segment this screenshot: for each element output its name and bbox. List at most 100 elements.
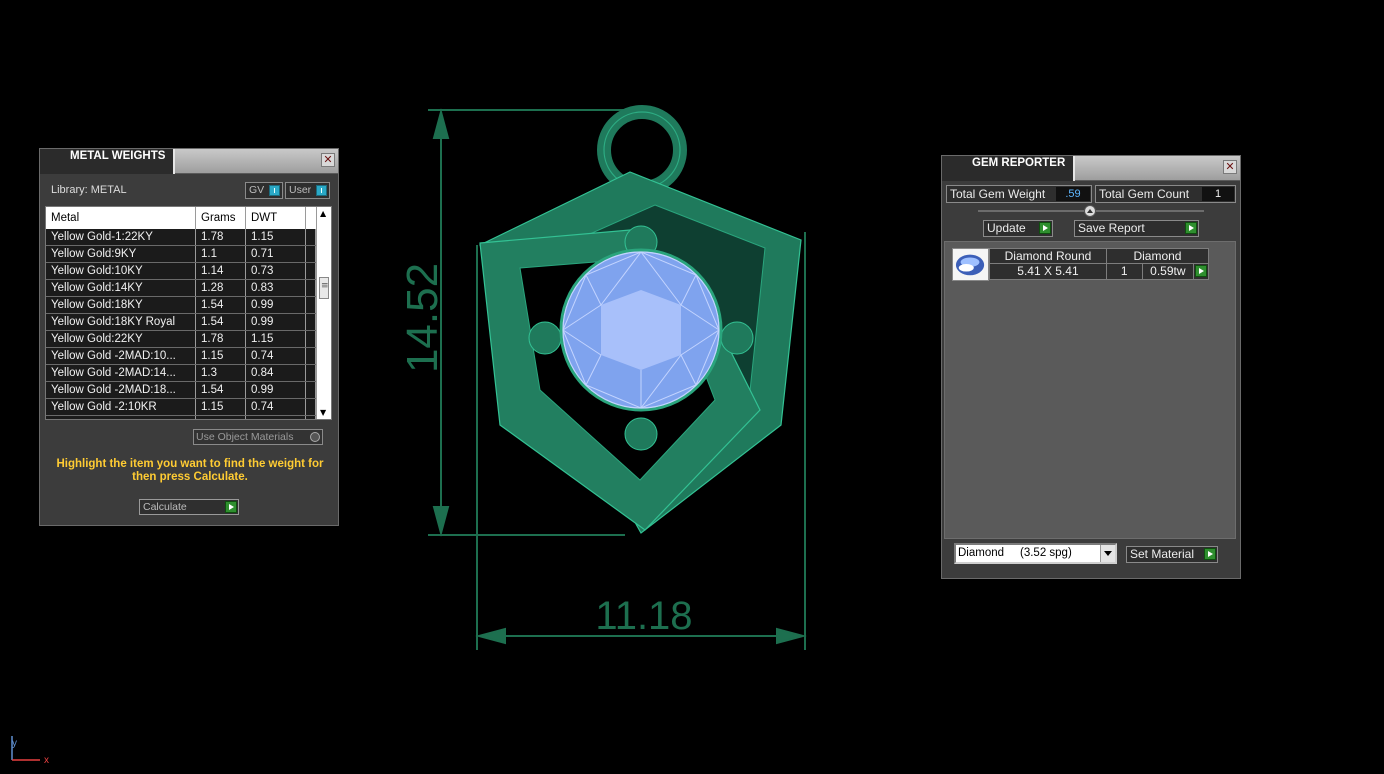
- metal-weights-title: METAL WEIGHTS: [40, 149, 176, 174]
- total-gem-weight-label: Total Gem Weight: [950, 187, 1046, 201]
- total-gem-weight-value: .59: [1056, 187, 1090, 201]
- grams-value: 1.78: [196, 331, 246, 347]
- use-object-materials-radio[interactable]: [310, 432, 320, 442]
- gem-reporter-title: GEM REPORTER: [942, 156, 1076, 181]
- metal-table-scrollbar[interactable]: ▲ ▼: [316, 207, 331, 419]
- grams-value: 1.78: [196, 229, 246, 245]
- table-row[interactable]: Yellow Gold:18KY Royal 1.54 0.99: [46, 314, 331, 331]
- gem-table-row-details[interactable]: 5.41 X 5.41 1 0.59tw: [989, 264, 1209, 280]
- metal-name: Yellow Gold -2MAD:14...: [46, 365, 196, 381]
- table-row[interactable]: Yellow Gold:18KY 1.54 0.99: [46, 297, 331, 314]
- row-spacer: [306, 331, 316, 347]
- total-gem-weight: Total Gem Weight .59: [946, 185, 1092, 203]
- chevron-down-icon[interactable]: [1100, 545, 1115, 562]
- grams-value: 1.54: [196, 314, 246, 330]
- update-button[interactable]: Update: [983, 220, 1053, 237]
- scroll-up-icon[interactable]: ▲: [320, 209, 326, 218]
- column-metal[interactable]: Metal: [46, 207, 196, 229]
- gem-thumbnail-icon[interactable]: [952, 248, 989, 281]
- library-label: Library: METAL: [51, 184, 127, 196]
- row-spacer: [306, 314, 316, 330]
- user-toggle[interactable]: User: [285, 182, 330, 199]
- close-icon[interactable]: ✕: [1223, 160, 1237, 174]
- metal-name: Yellow Gold -2:10KR: [46, 399, 196, 415]
- grams-value: 1.3: [196, 365, 246, 381]
- material-select[interactable]: Diamond (3.52 spg): [954, 543, 1117, 564]
- row-spacer: [306, 246, 316, 262]
- update-label: Update: [987, 221, 1026, 235]
- gem-reporter-titlebar[interactable]: GEM REPORTER ✕: [942, 156, 1240, 181]
- close-icon[interactable]: ✕: [321, 153, 335, 167]
- scroll-thumb[interactable]: [319, 277, 329, 299]
- calculate-label: Calculate: [143, 501, 187, 513]
- dwt-value: 0.99: [246, 314, 306, 330]
- gem-table-row[interactable]: Diamond Round Diamond: [989, 248, 1209, 264]
- table-row[interactable]: Yellow Gold:10KY 1.14 0.73: [46, 263, 331, 280]
- gem-table[interactable]: Diamond Round Diamond 5.41 X 5.41 1 0.59…: [989, 248, 1209, 280]
- play-icon: [225, 501, 237, 513]
- metal-name: Yellow Gold:22KY: [46, 331, 196, 347]
- dwt-value: 0.84: [246, 365, 306, 381]
- gem-count: 1: [1107, 264, 1143, 279]
- row-spacer: [306, 297, 316, 313]
- column-grams[interactable]: Grams: [196, 207, 246, 229]
- grams-value: 1.14: [196, 263, 246, 279]
- table-row[interactable]: Yellow Gold:14KY 1.28 0.83: [46, 280, 331, 297]
- calculate-button[interactable]: Calculate: [139, 499, 239, 515]
- grams-value: 1.28: [196, 280, 246, 296]
- scroll-down-icon[interactable]: ▼: [320, 408, 326, 417]
- diamond-gem: [559, 248, 723, 412]
- play-icon: [1204, 548, 1216, 560]
- gv-toggle[interactable]: GV: [245, 182, 283, 199]
- grams-value: 1.15: [196, 399, 246, 415]
- dwt-value: 0.73: [246, 263, 306, 279]
- total-gem-count-value: 1: [1202, 187, 1234, 201]
- use-object-materials-toggle[interactable]: Use Object Materials: [193, 429, 323, 445]
- slider-knob[interactable]: [1084, 205, 1096, 217]
- dwt-value: 1.15: [246, 229, 306, 245]
- gem-report-area: Diamond Round Diamond 5.41 X 5.41 1 0.59…: [944, 241, 1236, 539]
- gem-size: 5.41 X 5.41: [990, 264, 1107, 279]
- metal-name: Yellow Gold:14KY: [46, 280, 196, 296]
- user-toggle-knob: [316, 185, 327, 196]
- material-select-value: Diamond (3.52 spg): [958, 547, 1072, 559]
- use-object-materials-label: Use Object Materials: [196, 431, 294, 443]
- gem-material: Diamond: [1133, 249, 1182, 263]
- dwt-value: 0.99: [246, 297, 306, 313]
- table-row-partial[interactable]: [46, 416, 331, 419]
- table-row[interactable]: Yellow Gold -2MAD:18... 1.54 0.99: [46, 382, 331, 399]
- dwt-value: 0.83: [246, 280, 306, 296]
- total-gem-count-label: Total Gem Count: [1099, 187, 1190, 201]
- gem-name: Diamond Round: [990, 249, 1107, 263]
- metal-table-header: Metal Grams DWT: [46, 207, 331, 229]
- dwt-value: 0.71: [246, 246, 306, 262]
- metal-table: Metal Grams DWT Yellow Gold-1:22KY 1.78 1.…: [45, 206, 332, 420]
- table-row[interactable]: Yellow Gold-1:22KY 1.78 1.15: [46, 229, 331, 246]
- play-icon: [1185, 222, 1197, 234]
- row-spacer: [306, 399, 316, 415]
- save-report-button[interactable]: Save Report: [1074, 220, 1199, 237]
- table-row[interactable]: Yellow Gold -2MAD:14... 1.3 0.84: [46, 365, 331, 382]
- row-spacer: [306, 365, 316, 381]
- row-spacer: [306, 382, 316, 398]
- set-material-label: Set Material: [1130, 547, 1195, 561]
- dwt-value: 0.74: [246, 348, 306, 364]
- dwt-value: 0.74: [246, 399, 306, 415]
- play-icon: [1039, 222, 1051, 234]
- table-row[interactable]: Yellow Gold -2:10KR 1.15 0.74: [46, 399, 331, 416]
- total-gem-count: Total Gem Count 1: [1095, 185, 1236, 203]
- gem-row-action[interactable]: [1194, 264, 1208, 279]
- table-row[interactable]: Yellow Gold:22KY 1.78 1.15: [46, 331, 331, 348]
- row-spacer: [306, 348, 316, 364]
- metal-name: Yellow Gold:9KY: [46, 246, 196, 262]
- metal-weights-titlebar[interactable]: METAL WEIGHTS ✕: [40, 149, 338, 174]
- grams-value: 1.15: [196, 348, 246, 364]
- column-dwt[interactable]: DWT: [246, 207, 306, 229]
- grams-value: 1.54: [196, 382, 246, 398]
- dwt-value: 1.15: [246, 331, 306, 347]
- save-report-label: Save Report: [1078, 221, 1145, 235]
- table-row[interactable]: Yellow Gold -2MAD:10... 1.15 0.74: [46, 348, 331, 365]
- table-row[interactable]: Yellow Gold:9KY 1.1 0.71: [46, 246, 331, 263]
- row-spacer: [306, 229, 316, 245]
- set-material-button[interactable]: Set Material: [1126, 546, 1218, 563]
